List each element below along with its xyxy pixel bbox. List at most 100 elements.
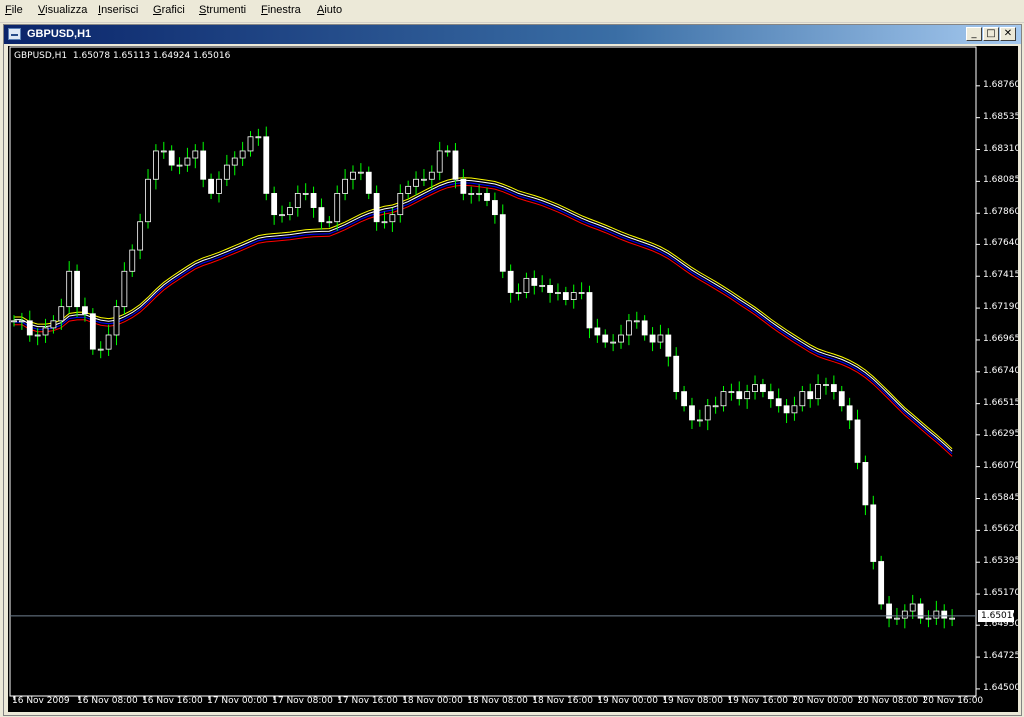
candle-body — [381, 221, 388, 224]
y-tick-label: 1.65845 — [983, 492, 1018, 503]
minimize-button[interactable]: _ — [966, 27, 982, 41]
candle-body — [294, 193, 301, 208]
candle-body — [231, 157, 238, 166]
candle-body — [838, 391, 845, 407]
x-tick-label: 18 Nov 00:00 — [402, 696, 463, 706]
y-tick-label: 1.66515 — [983, 397, 1018, 408]
candle-body — [799, 391, 806, 407]
x-tick-label: 16 Nov 16:00 — [142, 696, 203, 706]
candle-body — [208, 178, 214, 194]
candle-body — [752, 384, 758, 393]
title-bar[interactable]: GBPUSD,H1 _ □ ✕ — [4, 25, 1021, 44]
y-tick-label: 1.66295 — [983, 428, 1018, 439]
menu-finestra[interactable]: Finestra — [261, 4, 301, 16]
candle-body — [200, 150, 207, 180]
candle-body — [823, 384, 829, 386]
candle-body — [736, 391, 743, 400]
y-tick-label: 1.68760 — [983, 79, 1018, 90]
candle-body — [704, 405, 711, 421]
candle-body — [97, 348, 104, 351]
y-tick-label: 1.65170 — [983, 588, 1018, 599]
moving-average-line — [14, 184, 953, 457]
candle-body — [499, 214, 506, 272]
moving-average-line — [14, 179, 953, 452]
candle-body — [460, 178, 467, 194]
price-chart[interactable]: GBPUSD,H1 1.65078 1.65113 1.64924 1.6501… — [8, 46, 1018, 712]
candle-body — [113, 306, 120, 336]
candle-body — [302, 193, 309, 195]
x-tick-label: 19 Nov 00:00 — [597, 696, 658, 706]
y-tick-label: 1.66070 — [983, 460, 1018, 471]
candle-body — [34, 334, 41, 337]
candle-body — [192, 150, 199, 159]
candle-body — [547, 285, 553, 293]
candle-body — [633, 320, 640, 323]
candle-body — [373, 193, 380, 223]
candle-body — [901, 610, 908, 619]
candle-body — [562, 292, 569, 300]
candle-body — [744, 391, 751, 400]
menu-strumenti[interactable]: Strumenti — [199, 4, 246, 16]
candle-body — [925, 617, 932, 620]
candle-body — [673, 355, 680, 393]
candle-body — [350, 171, 356, 180]
candle-body — [949, 617, 956, 620]
candle-body — [854, 419, 861, 463]
candlestick-chart — [9, 46, 980, 700]
candle-body — [223, 164, 230, 180]
menu-aiuto[interactable]: Aiuto — [317, 4, 342, 16]
candle-body — [555, 292, 561, 294]
candle-body — [365, 171, 372, 194]
maximize-button[interactable]: □ — [983, 27, 999, 41]
menu-grafici[interactable]: Grafici — [153, 4, 185, 16]
candle-body — [783, 405, 790, 414]
candle-body — [728, 391, 735, 394]
candle-body — [121, 270, 128, 308]
candle-body — [452, 150, 459, 180]
x-tick-label: 16 Nov 2009 — [12, 696, 70, 706]
candle-body — [342, 178, 349, 194]
candle-body — [168, 150, 175, 166]
x-tick-label: 19 Nov 16:00 — [727, 696, 789, 706]
candle-body — [491, 200, 498, 216]
candle-body — [468, 193, 475, 195]
menu-visualizza[interactable]: Visualizza — [38, 4, 87, 16]
candle-body — [531, 277, 538, 286]
candle-body — [507, 270, 514, 293]
candle-body — [389, 214, 396, 223]
candle-body — [334, 193, 341, 223]
candle-body — [271, 193, 278, 216]
x-tick-label: 17 Nov 00:00 — [207, 696, 268, 706]
candle-body — [767, 391, 774, 400]
x-tick-label: 17 Nov 16:00 — [337, 696, 398, 706]
candle-body — [586, 292, 593, 329]
candle-body — [760, 384, 766, 393]
candle-body — [129, 249, 136, 272]
candle-body — [287, 207, 293, 216]
close-button[interactable]: ✕ — [1000, 27, 1016, 41]
candle-body — [263, 136, 270, 194]
candle-body — [665, 334, 672, 357]
candle-body — [50, 320, 57, 329]
ohlc-readout: GBPUSD,H1 1.65078 1.65113 1.64924 1.6501… — [14, 51, 231, 61]
plot-border — [9, 46, 977, 697]
y-tick-label: 1.67190 — [983, 302, 1018, 313]
candle-body — [176, 164, 183, 167]
candle-body — [618, 334, 624, 343]
x-tick-label: 19 Nov 08:00 — [662, 696, 724, 706]
candle-body — [82, 306, 88, 315]
candle-body — [11, 320, 17, 323]
candle-body — [807, 391, 814, 400]
candle-body — [933, 610, 940, 619]
menu-file[interactable]: File — [5, 4, 23, 16]
candle-body — [689, 405, 695, 421]
candle-body — [413, 178, 419, 187]
current-price-label: 1.65016 — [978, 609, 1018, 622]
candle-body — [42, 327, 49, 336]
candle-body — [696, 419, 703, 422]
menu-inserisci[interactable]: Inserisci — [98, 4, 138, 16]
x-tick-label: 18 Nov 08:00 — [467, 696, 528, 706]
candle-body — [515, 292, 522, 294]
y-tick-label: 1.66740 — [983, 365, 1018, 376]
candle-body — [74, 270, 80, 308]
